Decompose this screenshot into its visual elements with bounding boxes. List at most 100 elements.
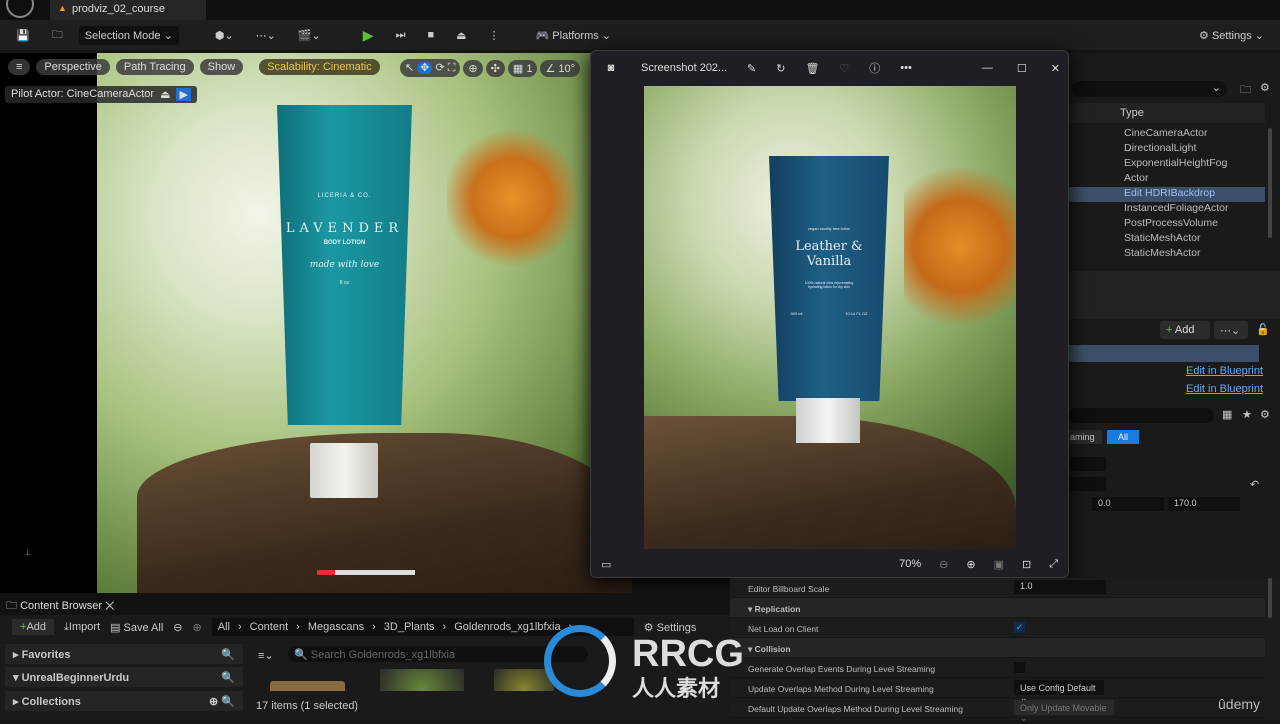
viewport-menu-icon[interactable]: ≡ [8,59,31,75]
delete-icon[interactable]: 🗑 [805,62,819,75]
level-viewport[interactable]: LICERIA & CO. LAVENDER BODY LOTION made … [0,53,632,593]
blueprint-dropdown[interactable]: ⋯⌄ [1214,321,1248,339]
play-icon[interactable]: ▶ [357,24,380,47]
outliner-row[interactable]: StaticMeshActor [1068,247,1265,262]
add-button[interactable]: +Add [12,619,55,635]
zoom-out-icon[interactable]: ⊖ [939,558,948,571]
blueprint-icon[interactable]: ⋯⌄ [250,26,282,45]
cinematics-icon[interactable]: 🎬⌄ [292,26,327,45]
perspective-button[interactable]: Perspective [36,59,110,75]
edit-icon[interactable]: ✎ [747,62,756,75]
filmstrip-icon[interactable]: ▭ [601,558,611,571]
add-component-button[interactable]: + Add [1160,321,1210,339]
rotate-icon[interactable]: ↻ [776,62,785,75]
browse-icon[interactable]: 🗀 [46,23,69,48]
selection-mode-dropdown[interactable]: Selection Mode ⌄ [78,25,179,45]
project-tab[interactable]: prodviz_02_course [50,0,206,20]
gear-icon[interactable]: ⚙ [1260,408,1270,421]
type-column-header[interactable]: Type [1068,103,1265,123]
breadcrumb-item[interactable]: All [218,621,230,633]
minimize-icon[interactable]: — [982,62,993,74]
add-folder-icon[interactable]: 🗀 [1240,81,1251,100]
search-icon[interactable]: ⊕ 🔍 [209,695,235,708]
breadcrumb-item[interactable]: Content [250,621,289,633]
grid-snap[interactable]: ▦ 1 [507,59,538,77]
asset-search-input[interactable]: 🔍 Search Goldenrods_xg1lbfxia [288,646,588,662]
table-icon[interactable]: ▦ [1222,408,1232,421]
rotation-field[interactable] [1068,477,1106,491]
step-icon[interactable]: ⏭ [390,26,412,45]
scalability-button[interactable]: Scalability: Cinematic [259,59,380,75]
gear-icon[interactable]: ⚙ [1260,81,1270,94]
actual-size-icon[interactable]: ⊡ [1022,558,1031,571]
import-button[interactable]: ⤓Import [64,621,100,634]
info-icon[interactable]: ⓘ [869,60,880,76]
lock-icon[interactable]: 🔓 [1256,323,1270,336]
outliner-row[interactable]: Edit HDRIBackdrop [1068,187,1265,202]
component-row-selected[interactable] [1068,345,1259,362]
cb-settings-button[interactable]: ⚙ Settings [644,621,697,634]
heart-icon[interactable]: ♡ [839,62,849,75]
project-folder[interactable]: ▾ UnrealBeginnerUrdu 🔍 [5,667,243,687]
default-update-dropdown[interactable]: Only Update Movable ⌄ [1014,700,1114,723]
show-button[interactable]: Show [199,59,244,75]
eject-icon[interactable]: ⏏ [450,26,472,45]
outliner-row[interactable]: Actor [1068,172,1265,187]
scale-y-field[interactable]: 0.0 [1092,497,1164,511]
outliner-row[interactable]: CineCameraActor [1068,127,1265,142]
reset-icon[interactable]: ↶ [1250,478,1259,491]
snap-icon[interactable]: ✣ [485,59,505,77]
breadcrumb-item[interactable]: Megascans [308,621,364,633]
collections-section[interactable]: ▸ Collections ⊕ 🔍 [5,691,243,711]
maximize-icon[interactable]: ☐ [1017,62,1027,75]
collision-section[interactable]: ▾ Collision [730,638,1265,658]
settings-button[interactable]: ⚙ Settings ⌄ [1193,26,1270,45]
camera-icon[interactable]: ▶ [176,88,191,101]
outliner-row[interactable]: DirectionalLight [1068,142,1265,157]
folder-thumbnail[interactable] [270,681,345,691]
outliner-row[interactable]: ExponentialHeightFog [1068,157,1265,172]
unreal-logo-icon[interactable] [6,0,34,18]
filter-streaming[interactable]: aming [1068,430,1102,444]
edit-in-blueprint-link[interactable]: Edit in Blueprint [1186,383,1263,395]
zoom-in-icon[interactable]: ⊕ [966,558,975,571]
more-icon[interactable]: ⋮ [483,26,506,45]
breadcrumb-item[interactable]: 3D_Plants [384,621,435,633]
asset-thumbnail[interactable] [380,669,464,691]
platforms-button[interactable]: 🎮 Platforms ⌄ [530,26,618,45]
world-icon[interactable]: ⊕ [463,59,483,77]
billboard-scale-field[interactable]: 1.0 [1014,580,1106,594]
filter-icon[interactable]: ≡⌄ [258,649,274,662]
location-field[interactable] [1068,457,1106,471]
transform-tools[interactable]: ↖ ✥ ⟳ ⛶ [399,59,461,77]
search-icon[interactable]: 🔍 [221,648,235,661]
close-icon[interactable]: ✕ [1051,62,1060,75]
scale-z-field[interactable]: 170.0 [1168,497,1240,511]
outliner-scrollbar[interactable] [1268,128,1272,238]
edit-in-blueprint-link[interactable]: Edit in Blueprint [1186,365,1263,377]
gen-overlap-checkbox[interactable] [1014,662,1025,673]
more-icon[interactable]: ••• [900,62,912,74]
favorites-section[interactable]: ▸ Favorites 🔍 [5,644,243,664]
filter-all[interactable]: All [1107,430,1139,444]
add-actor-icon[interactable]: ⬢⌄ [209,26,240,45]
details-scrollbar[interactable] [1268,578,1272,618]
outliner-row[interactable]: PostProcessVolume [1068,217,1265,232]
content-browser-tab[interactable]: 🗀 Content Browser ✕ [6,597,115,616]
details-search-input[interactable] [1068,408,1214,423]
update-overlaps-dropdown[interactable]: Use Config Default ⌄ [1014,680,1104,703]
outliner-row[interactable]: StaticMeshActor [1068,232,1265,247]
replication-section[interactable]: ▾ Replication [730,598,1265,618]
star-icon[interactable]: ★ [1242,408,1252,421]
save-all-button[interactable]: ▤ Save All [110,621,163,634]
outliner-filter-dropdown[interactable]: ⌄ [1072,81,1227,97]
net-load-checkbox[interactable]: ✓ [1014,622,1025,633]
save-icon[interactable]: 💾 [10,26,36,45]
search-icon[interactable]: 🔍 [221,671,235,684]
angle-snap[interactable]: ∠ 10° [540,59,580,77]
breadcrumb-item[interactable]: Goldenrods_xg1lbfxia [454,621,560,633]
path-tracing-button[interactable]: Path Tracing [115,59,194,75]
fullscreen-icon[interactable]: ⤢ [1049,558,1058,571]
eject-icon[interactable]: ⏏ [160,88,170,101]
back-icon[interactable]: ⊖ [173,621,182,634]
